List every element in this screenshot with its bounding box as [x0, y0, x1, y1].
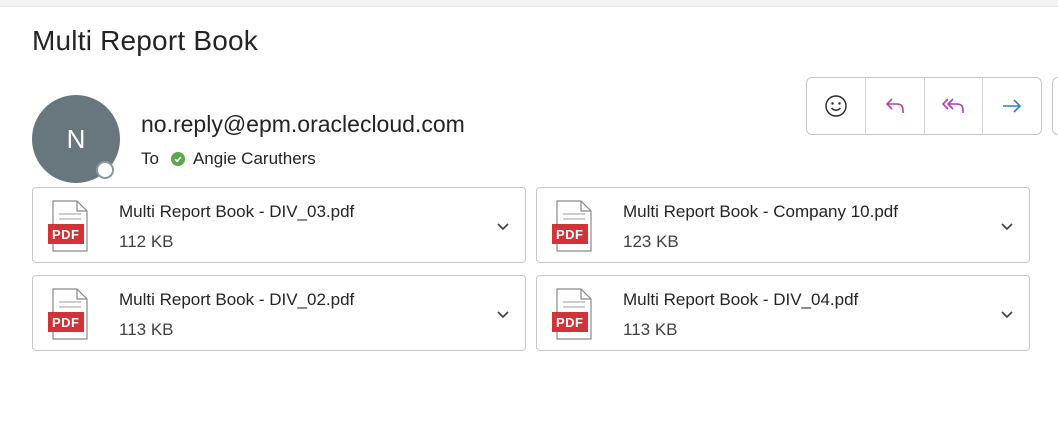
recipient-line: To Angie Caruthers — [141, 149, 316, 169]
forward-button[interactable] — [983, 78, 1041, 134]
presence-status-icon — [96, 161, 114, 179]
chevron-down-icon[interactable] — [495, 306, 511, 327]
attachment-card[interactable]: PDF Multi Report Book - DIV_04.pdf 113 K… — [536, 275, 1030, 351]
emoji-react-button[interactable] — [807, 78, 866, 134]
reading-pane: Multi Report Book N no.reply@epm.oraclec… — [0, 6, 1058, 437]
reply-icon — [885, 98, 904, 113]
pdf-type-label: PDF — [52, 227, 80, 242]
more-actions-button[interactable] — [1052, 77, 1058, 135]
reply-all-button[interactable] — [925, 78, 984, 134]
pdf-file-icon: PDF — [47, 200, 93, 257]
chevron-down-icon[interactable] — [999, 306, 1015, 327]
attachment-size: 113 KB — [119, 320, 174, 339]
pdf-file-icon: PDF — [47, 288, 93, 345]
pdf-type-label: PDF — [556, 315, 584, 330]
attachment-size: 123 KB — [623, 232, 679, 251]
avatar-initial: N — [66, 123, 86, 154]
attachment-name: Multi Report Book - DIV_04.pdf — [623, 290, 859, 309]
attachment-card[interactable]: PDF Multi Report Book - DIV_02.pdf 113 K… — [32, 275, 526, 351]
attachment-size: 112 KB — [119, 232, 174, 251]
pdf-file-icon: PDF — [551, 288, 597, 345]
recipient-name[interactable]: Angie Caruthers — [193, 149, 316, 169]
attachment-name: Multi Report Book - DIV_03.pdf — [119, 202, 355, 221]
pdf-type-label: PDF — [556, 227, 584, 242]
pdf-type-label: PDF — [52, 315, 80, 330]
attachment-card[interactable]: PDF Multi Report Book - DIV_03.pdf 112 K… — [32, 187, 526, 263]
attachment-card[interactable]: PDF Multi Report Book - Company 10.pdf 1… — [536, 187, 1030, 263]
forward-icon — [1003, 99, 1021, 113]
chevron-down-icon[interactable] — [495, 218, 511, 239]
attachment-name: Multi Report Book - Company 10.pdf — [623, 202, 898, 221]
message-actions-toolbar — [806, 77, 1042, 135]
email-subject: Multi Report Book — [32, 25, 258, 56]
presence-available-icon — [170, 152, 185, 166]
reply-button[interactable] — [866, 78, 925, 134]
sender-address[interactable]: no.reply@epm.oraclecloud.com — [141, 111, 465, 138]
to-label: To — [141, 149, 159, 168]
attachment-size: 113 KB — [623, 320, 678, 339]
chevron-down-icon[interactable] — [999, 218, 1015, 239]
reply-all-icon — [942, 98, 965, 113]
pdf-file-icon: PDF — [551, 200, 597, 257]
smiley-icon — [825, 95, 847, 117]
attachment-name: Multi Report Book - DIV_02.pdf — [119, 290, 355, 309]
